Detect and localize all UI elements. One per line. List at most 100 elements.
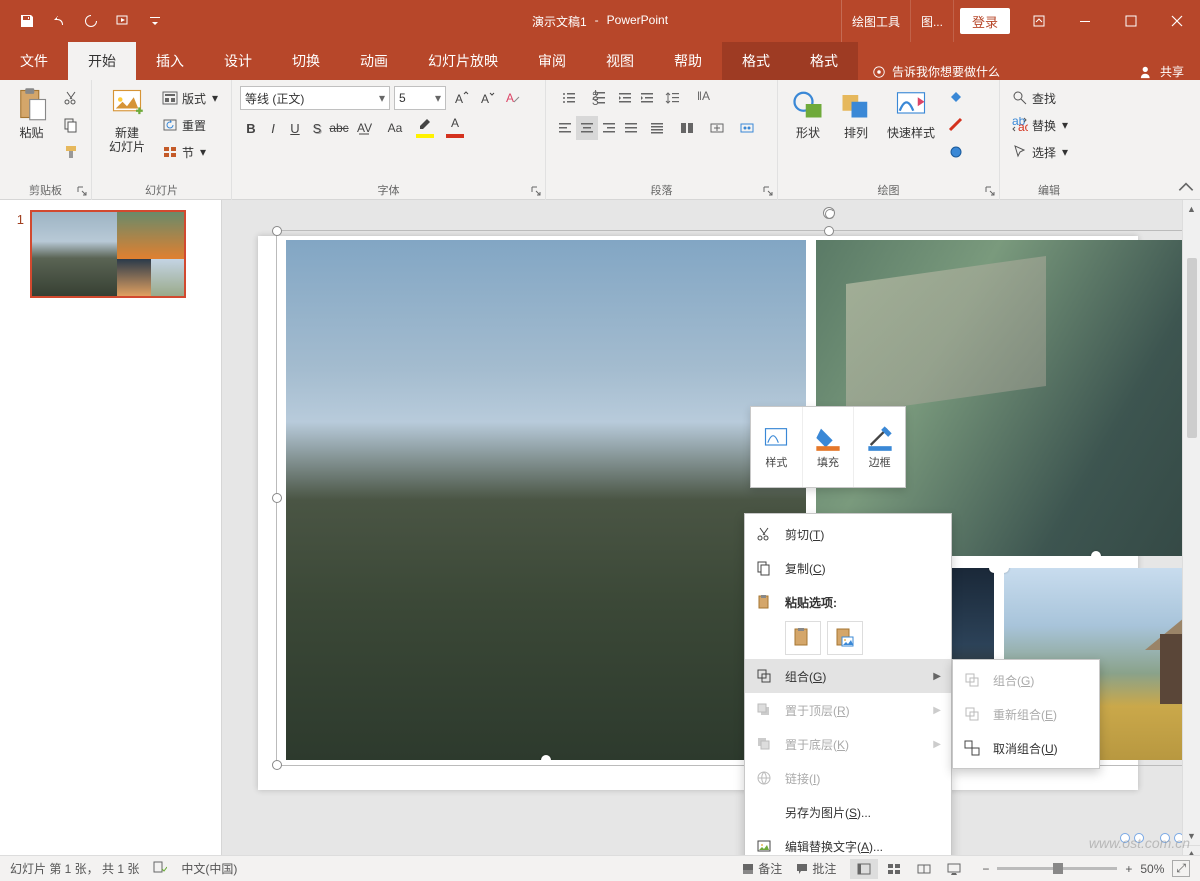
sign-in-button[interactable]: 登录: [960, 8, 1010, 34]
qat-more-icon[interactable]: [142, 8, 168, 34]
quick-styles-button[interactable]: 快速样式: [882, 84, 940, 168]
scroll-down-icon[interactable]: ▼: [1183, 827, 1200, 845]
highlight-color-icon[interactable]: [410, 116, 440, 140]
ctx-cut[interactable]: 剪切(T): [745, 517, 951, 551]
slide-counter[interactable]: 幻灯片 第 1 张， 共 1 张: [10, 860, 139, 877]
comments-button[interactable]: 批注: [796, 860, 836, 877]
notes-button[interactable]: 备注: [742, 860, 782, 877]
layout-button[interactable]: 版式▾: [158, 86, 222, 110]
shape-effects-button[interactable]: [944, 140, 968, 164]
submenu-ungroup[interactable]: 取消组合(U): [953, 731, 1099, 765]
justify-icon[interactable]: [620, 116, 642, 140]
tab-review[interactable]: 审阅: [518, 42, 586, 80]
share-button[interactable]: 共享: [1124, 63, 1200, 80]
font-size-combo[interactable]: 5▾: [394, 86, 446, 110]
section-button[interactable]: 节▾: [158, 140, 222, 164]
tab-slideshow[interactable]: 幻灯片放映: [408, 42, 518, 80]
shape-fill-button[interactable]: [944, 86, 968, 110]
align-text-icon[interactable]: [702, 116, 732, 140]
distribute-icon[interactable]: [642, 116, 672, 140]
smartart-convert-icon[interactable]: [732, 116, 762, 140]
drawing-dialog-launcher[interactable]: [983, 184, 997, 198]
text-direction-icon[interactable]: ‖A: [688, 86, 718, 110]
line-spacing-icon[interactable]: [658, 86, 688, 110]
increase-font-icon[interactable]: A: [450, 86, 472, 110]
tab-view[interactable]: 视图: [586, 42, 654, 80]
picture-mountain[interactable]: [286, 240, 806, 760]
ctx-copy[interactable]: 复制(C): [745, 551, 951, 585]
tab-design[interactable]: 设计: [204, 42, 272, 80]
replace-button[interactable]: abac替换▾: [1008, 113, 1090, 137]
zoom-percent[interactable]: 50%: [1140, 862, 1164, 876]
font-name-combo[interactable]: 等线 (正文)▾: [240, 86, 390, 110]
font-color-icon[interactable]: A: [440, 116, 470, 140]
bold-icon[interactable]: B: [240, 116, 262, 140]
normal-view-icon[interactable]: [850, 859, 878, 879]
columns-icon[interactable]: [672, 116, 702, 140]
spellcheck-icon[interactable]: [153, 860, 167, 877]
slide-canvas[interactable]: 样式 填充 边框 剪切(T) 复制(C) 粘贴选项: 组合(G)▶ 置于顶层(R…: [222, 200, 1200, 881]
underline-icon[interactable]: U: [284, 116, 306, 140]
align-left-icon[interactable]: [554, 116, 576, 140]
slideshow-view-icon[interactable]: [940, 859, 968, 879]
tab-animations[interactable]: 动画: [340, 42, 408, 80]
paste-picture-icon[interactable]: [827, 621, 863, 655]
resize-handle[interactable]: [272, 226, 282, 236]
zoom-in-icon[interactable]: +: [1125, 862, 1132, 876]
scroll-up-icon[interactable]: ▲: [1183, 200, 1200, 218]
rotate-handle-icon[interactable]: [823, 207, 835, 219]
resize-handle[interactable]: [272, 493, 282, 503]
redo-icon[interactable]: [78, 8, 104, 34]
paste-button[interactable]: 粘贴: [8, 84, 55, 168]
tab-home[interactable]: 开始: [68, 42, 136, 80]
language-label[interactable]: 中文(中国): [181, 860, 237, 877]
fit-to-window-icon[interactable]: ⤢: [1172, 860, 1190, 877]
strikethrough-icon[interactable]: abc: [328, 116, 350, 140]
close-icon[interactable]: [1154, 0, 1200, 42]
save-icon[interactable]: [14, 8, 40, 34]
mini-style-button[interactable]: 样式: [751, 407, 803, 487]
char-spacing-icon[interactable]: AV: [350, 116, 380, 140]
vertical-scrollbar[interactable]: ▲ ▼ ⮝ ⮟: [1182, 200, 1200, 881]
align-center-icon[interactable]: [576, 116, 598, 140]
maximize-icon[interactable]: [1108, 0, 1154, 42]
bullets-icon[interactable]: [554, 86, 584, 110]
paragraph-dialog-launcher[interactable]: [761, 184, 775, 198]
tab-picture-format[interactable]: 格式: [790, 42, 858, 80]
zoom-out-icon[interactable]: −: [982, 862, 989, 876]
minimize-icon[interactable]: [1062, 0, 1108, 42]
mini-fill-button[interactable]: 填充: [803, 407, 855, 487]
tab-transitions[interactable]: 切换: [272, 42, 340, 80]
clipboard-dialog-launcher[interactable]: [75, 184, 89, 198]
italic-icon[interactable]: I: [262, 116, 284, 140]
slide-thumbnail-panel[interactable]: 1: [0, 200, 222, 881]
undo-icon[interactable]: [46, 8, 72, 34]
reset-button[interactable]: 重置: [158, 113, 222, 137]
copy-button[interactable]: [59, 113, 83, 137]
shadow-icon[interactable]: S: [306, 116, 328, 140]
ctx-group[interactable]: 组合(G)▶: [745, 659, 951, 693]
change-case-icon[interactable]: Aa: [380, 116, 410, 140]
shape-outline-button[interactable]: [944, 113, 968, 137]
font-dialog-launcher[interactable]: [529, 184, 543, 198]
numbering-icon[interactable]: 123: [584, 86, 614, 110]
ctx-save-as-picture[interactable]: 另存为图片(S)...: [745, 795, 951, 829]
tab-file[interactable]: 文件: [0, 42, 68, 80]
mini-outline-button[interactable]: 边框: [854, 407, 905, 487]
reading-view-icon[interactable]: [910, 859, 938, 879]
picture-koi-pond[interactable]: [816, 240, 1200, 556]
align-right-icon[interactable]: [598, 116, 620, 140]
format-painter-button[interactable]: [59, 140, 83, 164]
decrease-indent-icon[interactable]: [614, 86, 636, 110]
start-from-beginning-icon[interactable]: [110, 8, 136, 34]
cut-button[interactable]: [59, 86, 83, 110]
tab-drawing-format[interactable]: 格式: [722, 42, 790, 80]
sorter-view-icon[interactable]: [880, 859, 908, 879]
clear-formatting-icon[interactable]: A: [502, 86, 524, 110]
tell-me-search[interactable]: 告诉我你想要做什么: [858, 63, 1014, 80]
zoom-slider[interactable]: [997, 867, 1117, 870]
ribbon-options-icon[interactable]: [1016, 0, 1062, 42]
collapse-ribbon-icon[interactable]: [1176, 179, 1196, 195]
paste-keep-source-icon[interactable]: [785, 621, 821, 655]
find-button[interactable]: 查找: [1008, 86, 1090, 110]
